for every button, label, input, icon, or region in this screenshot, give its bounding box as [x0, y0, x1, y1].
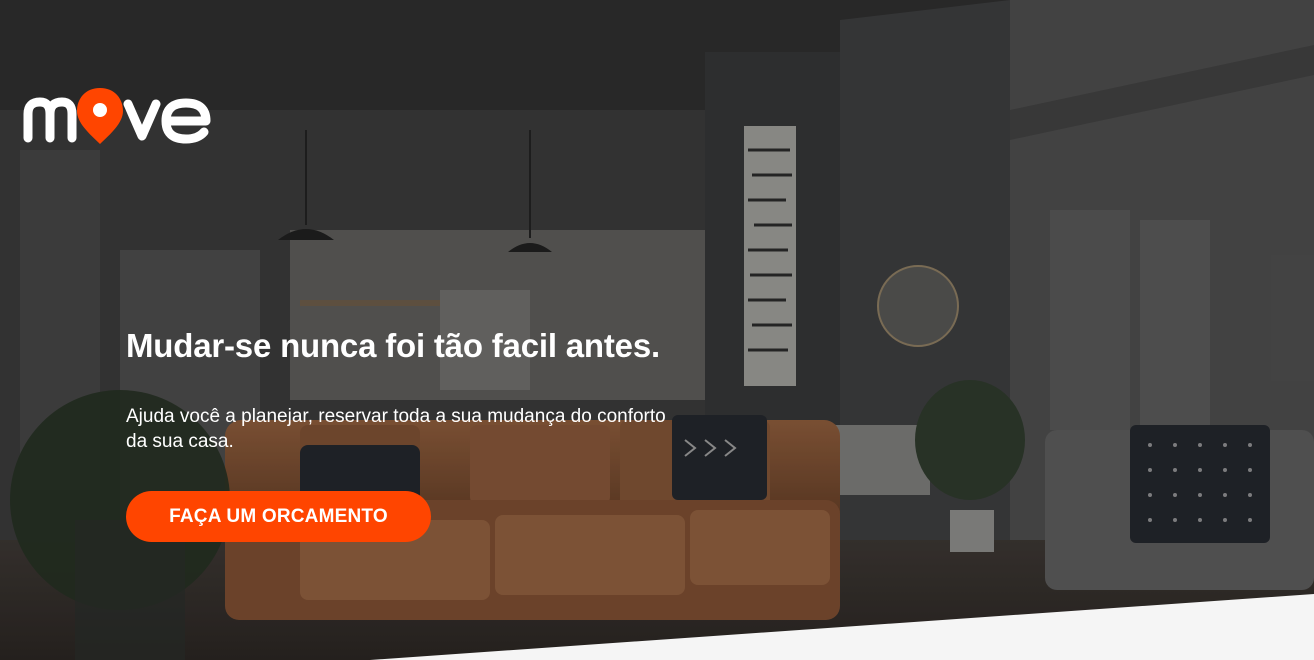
get-quote-button[interactable]: FAÇA UM ORCAMENTO [126, 491, 431, 542]
hero-subtitle: Ajuda você a planejar, reservar toda a s… [126, 406, 666, 452]
hero-headline: Mudar-se nunca foi tão facil antes. [126, 327, 660, 364]
location-pin-icon [77, 88, 123, 144]
bottom-white-wedge [370, 594, 1314, 660]
hero-section: Mudar-se nunca foi tão facil antes. Ajud… [0, 0, 1314, 660]
brand-logo[interactable] [22, 84, 222, 144]
